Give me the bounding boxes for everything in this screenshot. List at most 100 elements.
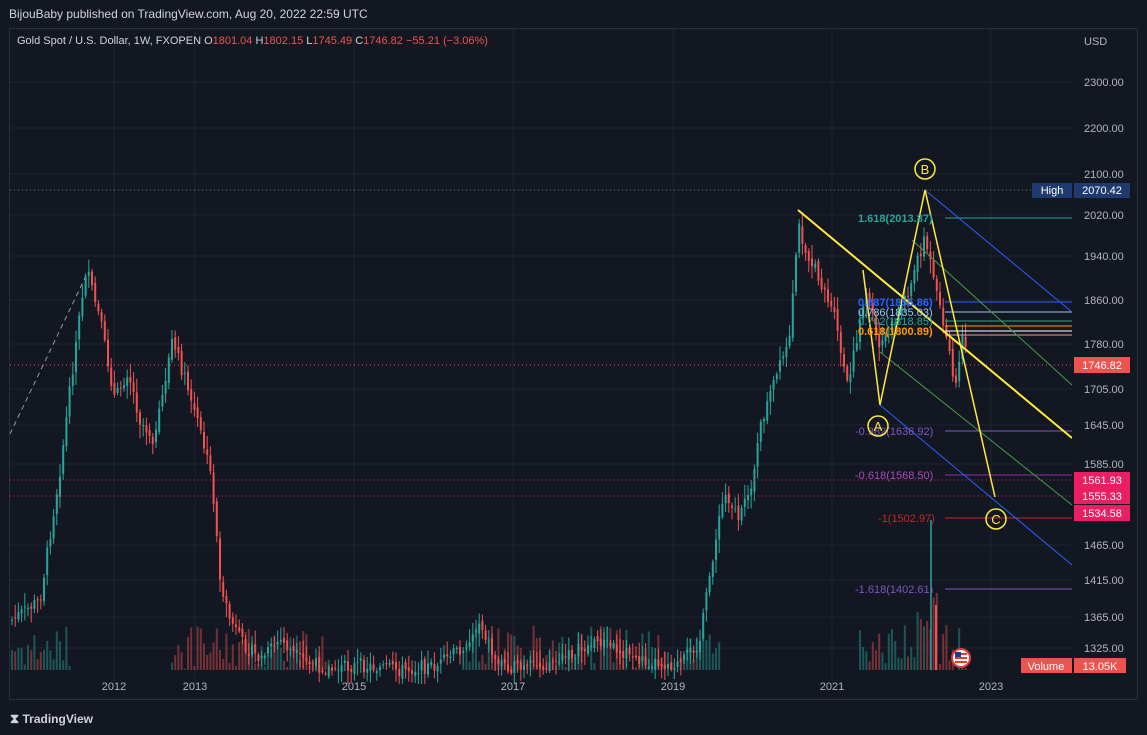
candle-body [430,662,433,666]
volume-bar [945,625,948,670]
volume-bar [939,664,941,670]
volume-bar [862,647,865,670]
candle-body [913,269,916,284]
candle-body [734,508,737,510]
candle-body [161,394,164,407]
volume-bar [68,665,71,670]
yellow-trend-line [797,209,1072,439]
candle-body [391,660,394,665]
candle-body [308,661,311,665]
candle-body [529,660,532,663]
candle-body [798,223,801,253]
candle-body [36,599,39,601]
candle-body [500,661,503,667]
price-tick-label: 2020.00 [1084,210,1124,222]
candle-body [427,663,429,675]
candle-body [68,386,71,417]
volume-bar [199,628,202,670]
candle-body [651,667,653,669]
tradingview-logo[interactable]: ⧗ TradingView [10,711,93,727]
candle-body [87,271,90,276]
volume-bar [484,663,487,670]
candle-body [417,672,420,674]
volume-label: Volume [1028,661,1065,673]
volume-bar [23,664,26,670]
time-tick-label: 2013 [183,681,207,693]
volume-bar [36,659,39,670]
candle-body [711,561,714,577]
candle-body [727,493,730,504]
candle-body [759,421,762,442]
candle-body [580,646,583,651]
candle-body [692,650,695,653]
volume-bar [33,635,36,670]
candle-body [145,425,148,433]
volume-bar [30,649,33,670]
us-flag-icon[interactable] [951,648,971,668]
volume-bar [916,612,919,670]
candle-body [212,472,215,504]
candle-body [507,664,509,672]
low-value: 1745.49 [312,35,353,47]
candle-body [398,669,401,677]
wave-c-marker[interactable]: C [985,508,1007,530]
candle-body [820,277,823,289]
volume-bar [593,663,596,670]
volume-bar [65,626,68,670]
candle-body [583,648,586,652]
candle-body [59,476,61,497]
volume-bar [919,619,922,670]
candle-body [318,656,321,673]
candle-body [363,659,365,673]
price-axis[interactable]: USD 2300.00 2200.00 2100.00 2020.00 1940.00 1… [1021,36,1130,673]
wave-b-marker[interactable]: B [914,158,936,180]
candle-body [814,263,817,269]
candle-body [468,642,471,648]
volume-bar [238,642,241,670]
candle-body [183,372,186,374]
candle-body [964,337,967,348]
open-label: O [204,35,213,47]
candle-body [577,644,580,657]
volume-bar [871,642,874,670]
volume-bar [209,652,212,670]
volume-bar [897,657,900,670]
candle-body [663,664,666,669]
volume-bar [39,651,42,670]
volume-value: 13.05K [1083,661,1119,673]
candle-body [14,617,17,619]
volume-bar [708,634,711,670]
candle-body [574,657,577,659]
volume-bar [900,658,903,670]
candle-body [164,381,167,394]
candle-body [132,382,135,393]
time-axis[interactable]: 2012 2013 2015 2017 2019 2021 2023 [102,681,1003,693]
volume-bar [177,645,180,670]
candle-body [385,663,388,665]
candle-body [715,539,717,560]
candle-body [411,670,413,674]
svg-text:C: C [991,512,1000,527]
candle-body [590,645,593,648]
candle-body [772,380,775,390]
candlesticks [11,212,967,684]
candle-body [923,236,925,257]
pink-value-3: 1534.58 [1082,508,1122,520]
volume-bar [881,652,884,670]
candle-body [635,655,637,658]
volume-bar [462,666,465,670]
candle-body [327,666,330,677]
candle-body [52,516,55,539]
price-tick-label: 1780.00 [1084,339,1124,351]
symbol-name: Gold Spot / U.S. Dollar, 1W, FXOPEN [17,35,202,47]
high-badge-label: High [1041,185,1064,197]
pink-value-2: 1555.33 [1082,491,1122,503]
candle-body [625,648,628,659]
candle-body [638,655,641,665]
candle-body [491,638,493,655]
volume-bar [219,650,221,670]
candle-body [257,654,260,661]
candle-body [379,666,381,671]
chart-canvas[interactable]: 1.618(2013.87) 0.887(1855.86) 0.786(1835… [0,0,1147,700]
volume-bar [14,651,17,670]
